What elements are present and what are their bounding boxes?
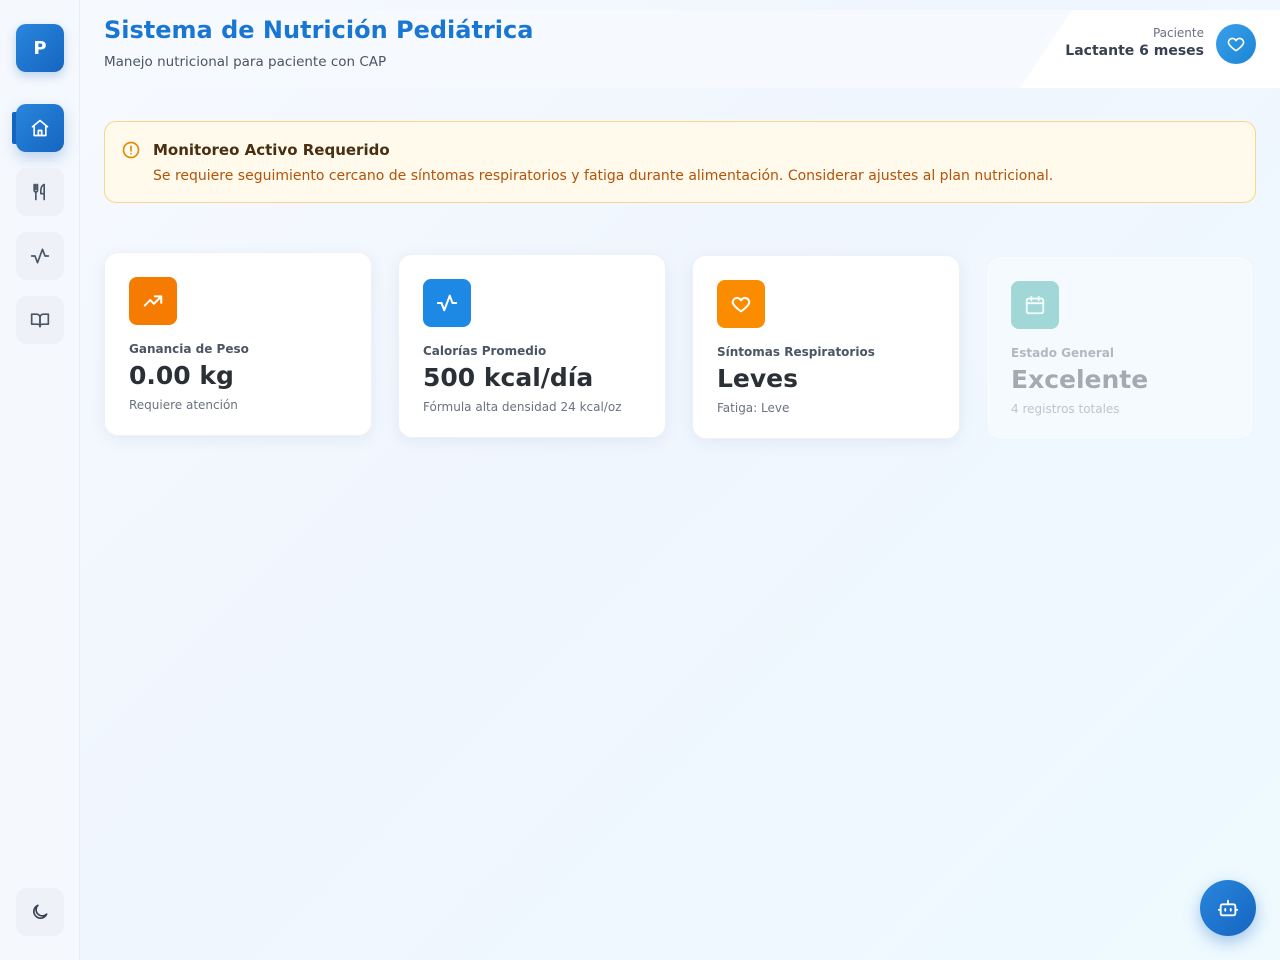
stat-label: Ganancia de Peso bbox=[129, 342, 249, 356]
stat-card-icon bbox=[423, 279, 471, 327]
app-logo[interactable]: P bbox=[16, 24, 64, 72]
heart-icon bbox=[1227, 37, 1245, 52]
trending-up-icon bbox=[143, 295, 163, 307]
moon-icon bbox=[33, 904, 48, 919]
page-subtitle: Manejo nutricional para paciente con CAP bbox=[104, 54, 387, 70]
stat-card-weight: Ganancia de Peso 0.00 kg Requiere atenci… bbox=[104, 252, 372, 436]
stat-sub: 4 registros totales bbox=[1011, 402, 1120, 416]
monitoring-alert: Monitoreo Activo Requerido Se requiere s… bbox=[104, 121, 1256, 203]
stat-sub: Requiere atención bbox=[129, 398, 238, 412]
stat-label: Síntomas Respiratorios bbox=[717, 345, 875, 359]
stat-card-icon bbox=[129, 277, 177, 325]
stat-card-calories: Calorías Promedio 500 kcal/día Fórmula a… bbox=[398, 254, 666, 438]
patient-label: Paciente bbox=[1152, 26, 1204, 40]
stat-value: Leves bbox=[717, 364, 799, 393]
patient-value: Lactante 6 meses bbox=[1065, 43, 1204, 59]
calendar-icon bbox=[1025, 295, 1045, 315]
utensils-icon bbox=[33, 183, 46, 201]
page-title: Sistema de Nutrición Pediátrica bbox=[104, 16, 534, 44]
sidebar-item-guide[interactable] bbox=[16, 296, 64, 344]
sidebar-item-home[interactable] bbox=[16, 104, 64, 152]
stat-card-icon bbox=[1011, 281, 1059, 329]
activity-icon bbox=[30, 248, 50, 264]
stat-label: Estado General bbox=[1011, 346, 1114, 360]
alert-title: Monitoreo Activo Requerido bbox=[153, 141, 390, 159]
sidebar-item-activity[interactable] bbox=[16, 232, 64, 280]
stat-card-general-status: Estado General Excelente 4 registros tot… bbox=[986, 256, 1254, 440]
stat-value: 500 kcal/día bbox=[423, 363, 594, 392]
sidebar-item-nutrition[interactable] bbox=[16, 168, 64, 216]
stat-value: Excelente bbox=[1011, 365, 1149, 394]
heart-icon bbox=[731, 296, 751, 313]
patient-info: Paciente Lactante 6 meses bbox=[1065, 26, 1204, 59]
stat-value: 0.00 kg bbox=[129, 361, 234, 390]
stat-card-respiratory: Síntomas Respiratorios Leves Fatiga: Lev… bbox=[692, 255, 960, 439]
stat-sub: Fórmula alta densidad 24 kcal/oz bbox=[423, 400, 622, 414]
sidebar: P bbox=[0, 0, 80, 960]
activity-icon bbox=[436, 294, 458, 312]
book-icon bbox=[30, 313, 50, 328]
app-logo-letter: P bbox=[33, 37, 47, 59]
assistant-button[interactable] bbox=[1200, 880, 1256, 936]
stat-label: Calorías Promedio bbox=[423, 344, 547, 358]
stat-sub: Fatiga: Leve bbox=[717, 401, 790, 415]
alert-circle-icon bbox=[122, 141, 140, 159]
theme-toggle-button[interactable] bbox=[16, 888, 64, 936]
patient-profile-button[interactable] bbox=[1216, 24, 1256, 64]
bot-icon bbox=[1217, 899, 1239, 917]
home-icon bbox=[31, 119, 49, 137]
alert-text: Se requiere seguimiento cercano de sínto… bbox=[153, 168, 1054, 184]
stat-card-icon bbox=[717, 280, 765, 328]
